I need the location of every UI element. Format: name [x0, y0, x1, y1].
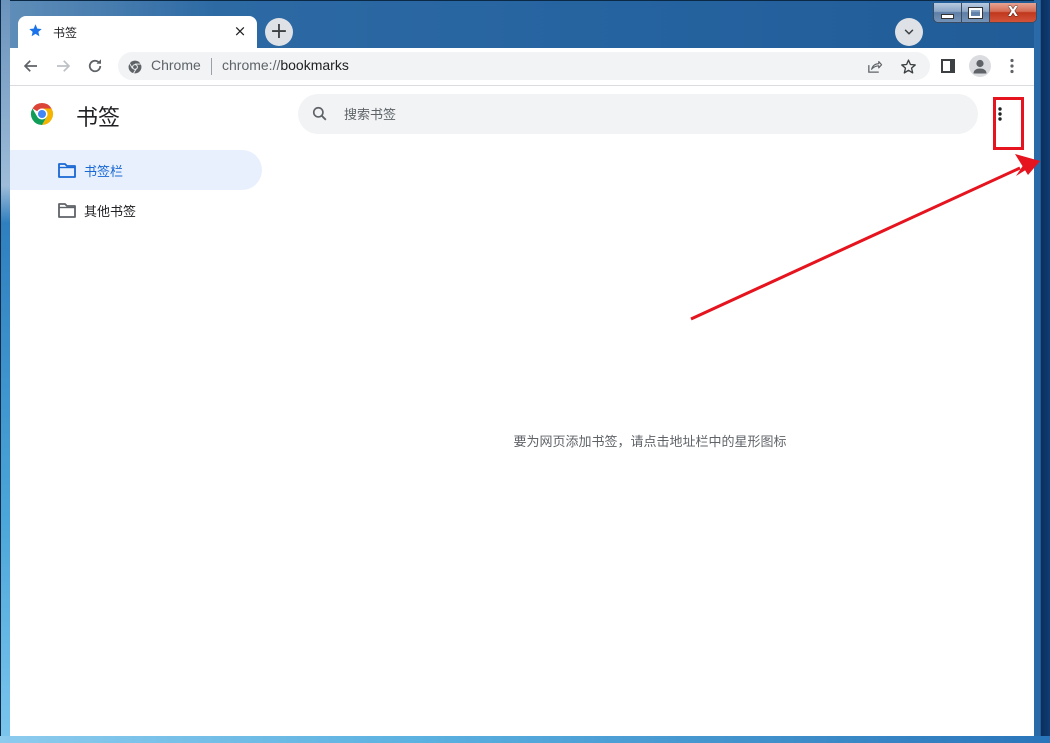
chevron-down-icon	[904, 29, 914, 35]
reload-icon	[88, 59, 102, 73]
back-button[interactable]	[19, 54, 43, 78]
bookmarks-page: 书签 书签栏 其他书签 要为网页添加书签，请点击地址栏中的星形图标	[10, 86, 1034, 736]
window-border-right	[1034, 0, 1050, 743]
annotation-highlight-box	[993, 97, 1024, 150]
url-scheme: chrome://	[222, 57, 281, 73]
share-icon	[867, 60, 882, 73]
sidebar-item-other-bookmarks[interactable]: 其他书签	[10, 190, 262, 230]
tab-search-button[interactable]	[895, 18, 923, 46]
tab-close-button[interactable]: ×	[231, 22, 249, 40]
search-icon	[310, 104, 330, 124]
arrow-right-icon	[57, 60, 71, 72]
avatar-icon	[969, 55, 991, 77]
minimize-button[interactable]	[934, 3, 962, 22]
toolbar: Chrome chrome://bookmarks	[10, 48, 1034, 86]
page-title: 书签	[76, 106, 121, 131]
sidebar-item-label: 书签栏	[84, 165, 124, 180]
star-outline-icon	[900, 58, 916, 74]
side-panel-icon	[941, 59, 955, 73]
chrome-logo-icon	[30, 102, 54, 126]
tab-bookmarks[interactable]: 书签 ×	[18, 16, 257, 48]
chrome-site-icon	[128, 59, 142, 74]
close-icon: X	[1007, 5, 1019, 20]
profile-button[interactable]	[968, 54, 992, 78]
url-path: bookmarks	[280, 57, 349, 73]
arrow-left-icon	[23, 60, 37, 72]
share-button[interactable]	[864, 56, 884, 76]
reload-button[interactable]	[83, 54, 107, 78]
star-icon	[28, 23, 44, 39]
kebab-menu-icon	[1010, 58, 1014, 74]
omnibox-separator	[211, 58, 212, 75]
side-panel-button[interactable]	[936, 54, 960, 78]
folder-icon	[58, 162, 76, 178]
maximize-icon	[968, 6, 983, 19]
caption-buttons: X	[933, 3, 1037, 23]
forward-button[interactable]	[51, 54, 75, 78]
search-bookmarks-box	[298, 94, 978, 136]
tab-title: 书签	[53, 26, 78, 40]
empty-list-message: 要为网页添加书签，请点击地址栏中的星形图标	[513, 435, 787, 450]
new-tab-button[interactable]: +	[265, 18, 293, 46]
minimize-icon	[941, 13, 954, 19]
address-bar[interactable]: Chrome chrome://bookmarks	[118, 52, 930, 80]
folder-icon	[58, 202, 76, 218]
sidebar-item-bookmarks-bar[interactable]: 书签栏	[10, 150, 262, 190]
url-text[interactable]: chrome://bookmarks	[222, 57, 349, 73]
search-bookmarks-input[interactable]	[342, 94, 966, 136]
close-window-button[interactable]: X	[990, 3, 1036, 22]
bookmark-star-button[interactable]	[898, 56, 918, 76]
window-border-bottom	[0, 736, 1050, 743]
maximize-button[interactable]	[962, 3, 990, 22]
omnibox-chip: Chrome	[151, 57, 201, 73]
sidebar-item-label: 其他书签	[84, 205, 137, 220]
chrome-menu-button[interactable]	[1000, 54, 1024, 78]
